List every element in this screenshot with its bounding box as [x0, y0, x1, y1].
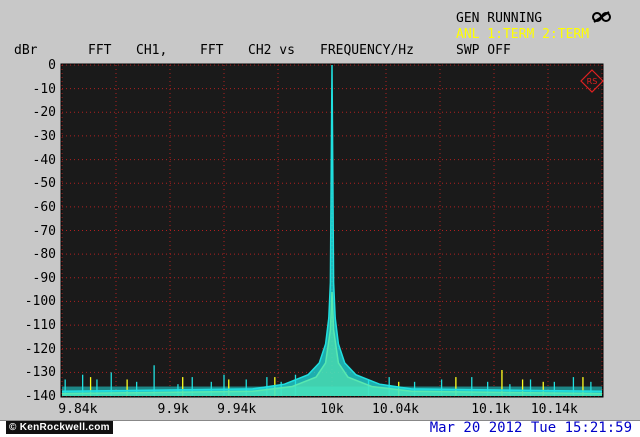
y-tick-label: 0	[48, 58, 56, 73]
x-tick-label: 9.9k	[157, 402, 189, 417]
x-tick-label: 10.14k	[530, 402, 578, 417]
y-tick-label: -90	[32, 270, 56, 286]
y-tick-label: -110	[24, 318, 56, 334]
y-tick-label: -120	[24, 341, 56, 357]
y-tick-label: -20	[32, 105, 56, 121]
y-tick-label: -80	[32, 247, 56, 263]
y-tick-label: -40	[32, 152, 56, 168]
date-time: Mar 20 2012 Tue 15:21:59	[429, 420, 632, 436]
y-tick-label: -130	[24, 365, 56, 381]
y-tick-label: -10	[32, 81, 56, 97]
x-tick-label: 10.04k	[372, 402, 419, 417]
y-tick-label: -50	[32, 176, 56, 192]
svg-text:RS: RS	[587, 77, 598, 86]
y-tick-label: -30	[32, 128, 56, 144]
watermark-text: © KenRockwell.com	[6, 421, 113, 434]
x-tick-label: 10k	[320, 402, 344, 417]
y-tick-label: -140	[24, 389, 56, 404]
x-tick-label: 9.84k	[58, 402, 98, 417]
x-tick-label: 9.94k	[217, 402, 257, 417]
y-tick-label: -60	[32, 199, 56, 215]
x-tick-label: 10.1k	[471, 402, 511, 417]
fft-plot: RS	[60, 63, 604, 398]
y-tick-label: -70	[32, 223, 56, 239]
y-tick-label: -100	[24, 294, 56, 310]
